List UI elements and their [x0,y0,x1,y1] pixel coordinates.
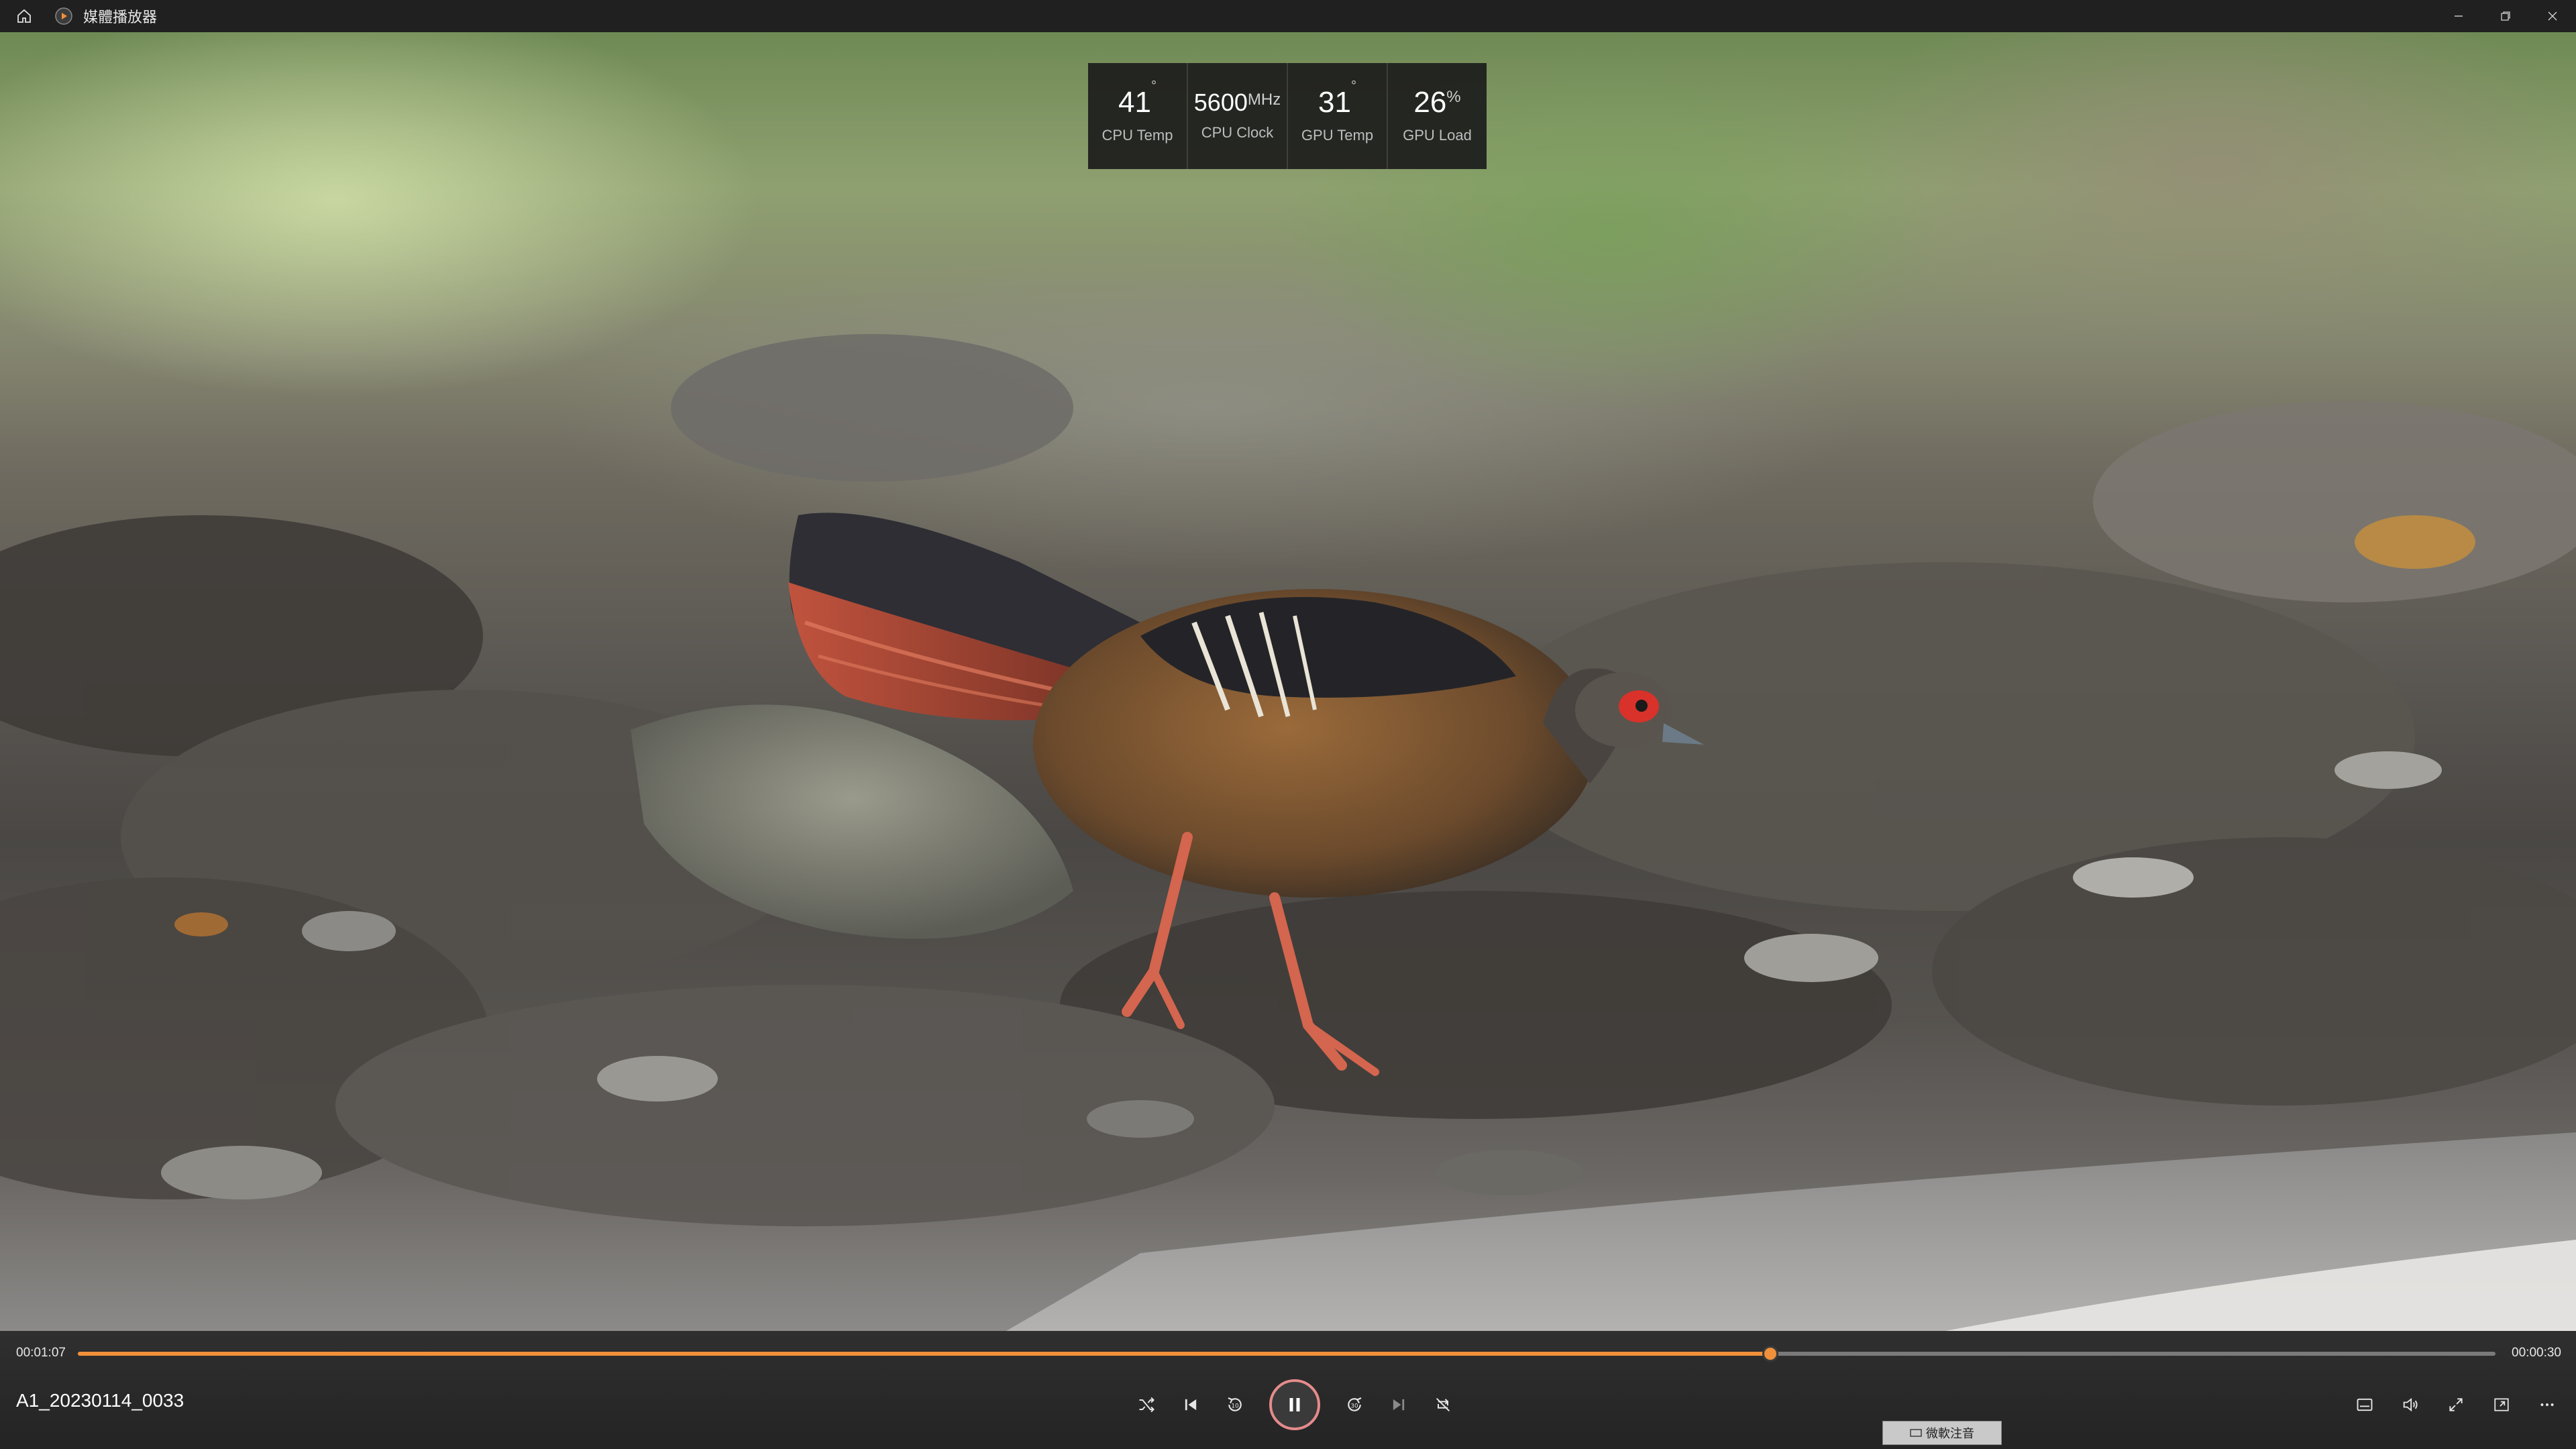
gpu-temp-value: 31 [1318,86,1351,119]
media-player-window: 媒體播放器 41° CPU Temp 5600MHz CPU Clock 31°… [0,0,2576,1449]
fullscreen-button[interactable] [2440,1389,2471,1420]
rewind-10-icon: 10 [1228,1397,1242,1411]
forward-30-icon: 30 [1348,1397,1362,1411]
media-filename: A1_20230114_0033 [16,1390,184,1411]
cpu-temp-label: CPU Temp [1102,127,1173,144]
media-player-icon [55,7,72,25]
cpu-clock-value: 5600 [1193,89,1248,116]
restore-icon [2501,11,2510,21]
gpu-load-label: GPU Load [1403,127,1472,144]
more-options-button[interactable] [2532,1389,2563,1420]
svg-text:10: 10 [1231,1403,1238,1409]
fullscreen-icon [2449,1398,2463,1411]
previous-icon [1185,1399,1197,1411]
gpu-load-value: 26 [1413,86,1447,119]
home-button[interactable] [8,0,40,32]
window-title: 媒體播放器 [83,9,158,25]
minimize-icon [2455,15,2463,17]
next-button[interactable] [1383,1389,1414,1420]
keyboard-icon [1910,1429,1922,1437]
cpu-clock-label: CPU Clock [1201,124,1274,141]
mini-player-icon [2494,1398,2509,1411]
perf-cpu-clock: 5600MHz CPU Clock [1188,63,1288,169]
mini-player-button[interactable] [2486,1389,2517,1420]
repeat-off-button[interactable] [1428,1389,1458,1420]
previous-button[interactable] [1175,1389,1206,1420]
svg-text:30: 30 [1350,1403,1358,1409]
pause-icon [1289,1398,1300,1411]
cpu-clock-unit: MHz [1247,91,1281,109]
gpu-temp-unit: ° [1350,78,1356,93]
total-time: 00:00:30 [2512,1346,2561,1360]
subtitles-icon [2357,1398,2373,1411]
volume-icon [2403,1397,2418,1412]
close-icon [2548,11,2557,21]
cpu-temp-value: 41 [1118,86,1151,119]
subtitles-button[interactable] [2349,1389,2380,1420]
gpu-load-unit: % [1446,88,1461,106]
perf-gpu-load: 26% GPU Load [1388,63,1487,169]
ime-label: 微軟注音 [1926,1427,1974,1440]
home-icon [17,9,31,23]
restore-button[interactable] [2482,0,2529,32]
title-bar: 媒體播放器 [0,0,2576,32]
shuffle-button[interactable] [1131,1389,1162,1420]
window-controls [2435,0,2576,32]
ime-indicator[interactable]: 微軟注音 [1882,1421,2002,1445]
performance-overlay: 41° CPU Temp 5600MHz CPU Clock 31° GPU T… [1088,63,1487,169]
close-button[interactable] [2529,0,2576,32]
transport-controls: 10 30 [1131,1378,1458,1432]
view-controls [2349,1386,2563,1424]
minimize-button[interactable] [2435,0,2482,32]
seek-bar[interactable] [78,1346,2496,1362]
pause-button[interactable] [1269,1379,1320,1430]
shuffle-icon [1139,1397,1155,1413]
current-time: 00:01:07 [16,1346,66,1360]
perf-gpu-temp: 31° GPU Temp [1288,63,1388,169]
next-icon [1393,1399,1405,1411]
rewind-10-button[interactable]: 10 [1220,1389,1250,1420]
perf-cpu-temp: 41° CPU Temp [1088,63,1188,169]
cpu-temp-unit: ° [1150,78,1157,93]
playback-control-bar: 00:01:07 00:00:30 A1_20230114_0033 10 30… [0,1331,2576,1449]
volume-button[interactable] [2395,1389,2426,1420]
seek-thumb[interactable] [1762,1346,1778,1362]
video-frame [0,334,2576,1331]
app-icon [54,6,74,26]
repeat-off-icon [1436,1397,1450,1412]
gpu-temp-label: GPU Temp [1301,127,1374,144]
video-surface[interactable] [0,32,2576,1331]
more-icon [2540,1403,2554,1406]
forward-30-button[interactable]: 30 [1339,1389,1370,1420]
seek-progress [78,1352,1770,1356]
